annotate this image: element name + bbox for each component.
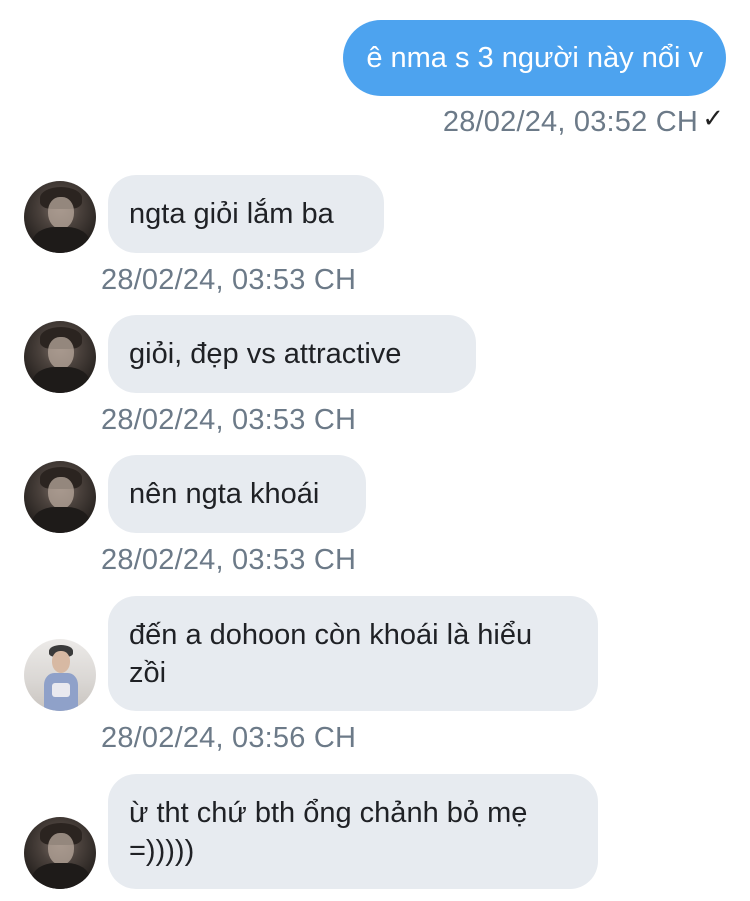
avatar[interactable] <box>24 461 96 533</box>
message-text: ê nma s 3 người này nổi v <box>366 42 703 74</box>
message-timestamp: 28/02/24, 03:56 CH <box>101 722 357 754</box>
message-timestamp: 28/02/24, 03:53 CH <box>101 264 357 296</box>
chat-thread: ê nma s 3 người này nổi v 28/02/24, 03:5… <box>0 0 750 901</box>
message-text: giỏi, đẹp vs attractive <box>129 338 402 370</box>
message-timestamp: 28/02/24, 03:52 CH <box>442 106 698 138</box>
avatar[interactable] <box>24 639 96 711</box>
sent-check-icon: ✓ <box>702 104 724 134</box>
avatar[interactable] <box>24 817 96 889</box>
avatar[interactable] <box>24 181 96 253</box>
message-text: ừ tht chứ bth ổng chảnh bỏ mẹ =))))) <box>129 796 528 867</box>
message-text: ngta giỏi lắm ba <box>129 198 334 230</box>
outgoing-message-bubble[interactable]: ê nma s 3 người này nổi v <box>343 20 726 96</box>
incoming-message-bubble[interactable]: nên ngta khoái <box>108 455 366 533</box>
incoming-message-bubble[interactable]: ừ tht chứ bth ổng chảnh bỏ mẹ =))))) <box>108 774 598 889</box>
message-timestamp: 28/02/24, 03:53 CH <box>101 544 357 576</box>
message-text: đến a dohoon còn khoái là hiểu zồi <box>129 618 533 689</box>
message-timestamp: 28/02/24, 03:53 CH <box>101 404 357 436</box>
incoming-message-bubble[interactable]: đến a dohoon còn khoái là hiểu zồi <box>108 596 598 711</box>
message-text: nên ngta khoái <box>129 478 320 510</box>
incoming-message-bubble[interactable]: ngta giỏi lắm ba <box>108 175 384 253</box>
incoming-message-bubble[interactable]: giỏi, đẹp vs attractive <box>108 315 476 393</box>
avatar[interactable] <box>24 321 96 393</box>
